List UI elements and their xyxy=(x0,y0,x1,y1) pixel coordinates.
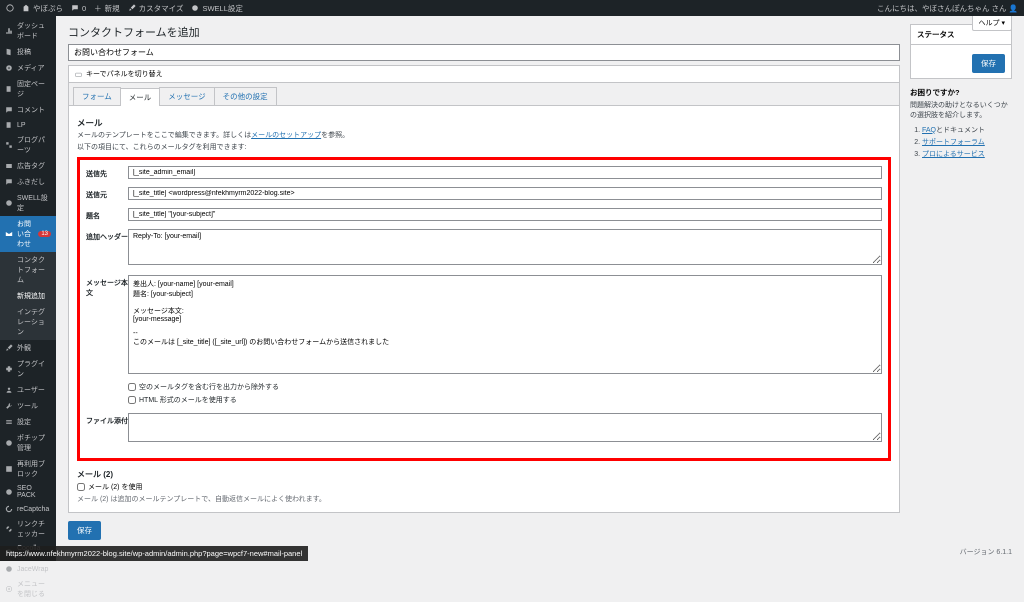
body-textarea[interactable]: 差出人: [your-name] [your-email] 題名: [your-… xyxy=(128,275,882,374)
menu-linkchecker[interactable]: リンクチェッカー xyxy=(0,516,56,542)
use-html-check[interactable]: HTML 形式のメールを使用する xyxy=(128,392,882,405)
browser-status-url: https://www.nfekhmyrm2022-blog.site/wp-a… xyxy=(0,546,308,561)
menu-ads[interactable]: 広告タグ xyxy=(0,158,56,174)
mail-desc1: メールのテンプレートをここで編集できます。詳しくはメールのセットアップを参照。 xyxy=(77,131,891,141)
menu-contact[interactable]: お問い合わせ 13 xyxy=(0,216,56,252)
swell-link[interactable]: SWELL設定 xyxy=(191,3,242,14)
main-content: ヘルプ ▾ コンタクトフォームを追加 キーでパネルを切り替え フォーム メール … xyxy=(56,16,1024,561)
form-title-input[interactable] xyxy=(68,44,900,61)
menu-recaptcha[interactable]: reCaptcha xyxy=(0,502,56,516)
menu-comments[interactable]: コメント xyxy=(0,102,56,118)
from-label: 送信元 xyxy=(86,187,128,200)
mail2-note: メール (2) は追加のメールテンプレートで、自動返信メールによく使われます。 xyxy=(77,494,891,504)
menu-seopack[interactable]: SEO PACK xyxy=(0,482,56,502)
menu-users[interactable]: ユーザー xyxy=(0,382,56,398)
help-box-title: お困りですか? xyxy=(910,87,1012,98)
menu-pages[interactable]: 固定ページ xyxy=(0,76,56,102)
menu-blogparts[interactable]: ブログパーツ xyxy=(0,132,56,158)
site-name[interactable]: やぼぷら xyxy=(22,3,63,14)
to-label: 送信先 xyxy=(86,166,128,179)
submenu-forms[interactable]: コンタクトフォーム xyxy=(0,252,56,288)
menu-jacewrap[interactable]: JaceWrap xyxy=(0,562,56,576)
tab-messages[interactable]: メッセージ xyxy=(159,87,214,105)
menu-collapse[interactable]: メニューを閉じる xyxy=(0,576,56,602)
tab-mail[interactable]: メール xyxy=(120,88,161,106)
menu-dashboard[interactable]: ダッシュボード xyxy=(0,18,56,44)
menu-swell[interactable]: SWELL設定 xyxy=(0,190,56,216)
help-item-3: プロによるサービス xyxy=(922,149,1012,159)
help-item-2: サポートフォーラム xyxy=(922,137,1012,147)
keyboard-hint: キーでパネルを切り替え xyxy=(68,65,900,83)
menu-balloon[interactable]: ふきだし xyxy=(0,174,56,190)
menu-posts[interactable]: 投稿 xyxy=(0,44,56,60)
save-button-side[interactable]: 保存 xyxy=(972,54,1005,73)
menu-plugins[interactable]: プラグイン xyxy=(0,356,56,382)
menu-tools[interactable]: ツール xyxy=(0,398,56,414)
body-label: メッセージ本文 xyxy=(86,275,128,298)
help-item-1: FAQとドキュメント xyxy=(922,125,1012,135)
tab-list: フォーム メール メッセージ その他の設定 xyxy=(68,83,900,106)
wp-logo[interactable] xyxy=(6,3,14,14)
admin-bar: やぼぷら 0 ＋ 新規 カスタマイズ SWELL設定 こんにちは、やぼさんぽんち… xyxy=(0,0,1024,16)
menu-pochipp[interactable]: ポチップ管理 xyxy=(0,430,56,456)
wp-version: バージョン 6.1.1 xyxy=(960,547,1012,557)
menu-settings[interactable]: 設定 xyxy=(0,414,56,430)
mail2-title: メール (2) xyxy=(77,469,891,480)
tab-panel-mail: メール メールのテンプレートをここで編集できます。詳しくはメールのセットアップを… xyxy=(68,106,900,513)
attach-label: ファイル添付 xyxy=(86,413,128,426)
page-title: コンタクトフォームを追加 xyxy=(68,24,900,40)
help-tab[interactable]: ヘルプ ▾ xyxy=(972,16,1012,31)
subject-input[interactable] xyxy=(128,208,882,221)
mail-setup-link[interactable]: メールのセットアップ xyxy=(251,132,321,139)
mail-section-title: メール xyxy=(77,117,891,129)
menu-appearance[interactable]: 外観 xyxy=(0,340,56,356)
headers-label: 追加ヘッダー xyxy=(86,229,128,242)
status-box: ステータス 保存 xyxy=(910,24,1012,79)
new-content[interactable]: ＋ 新規 xyxy=(94,3,120,14)
menu-reusable[interactable]: 再利用ブロック xyxy=(0,456,56,482)
highlighted-fields: 送信先 送信元 題名 追加ヘッダー Rep xyxy=(77,157,891,461)
howdy[interactable]: こんにちは、やぼさんぽんちゃん さん 👤 xyxy=(877,3,1018,14)
tab-form[interactable]: フォーム xyxy=(73,87,121,105)
submenu-integration[interactable]: インテグレーション xyxy=(0,304,56,340)
mail-desc2: 以下の項目にて、これらのメールタグを利用できます: xyxy=(77,143,891,153)
menu-lp[interactable]: LP xyxy=(0,118,56,132)
mail2-check[interactable]: メール (2) を使用 xyxy=(77,482,891,492)
tab-additional[interactable]: その他の設定 xyxy=(214,87,277,105)
to-input[interactable] xyxy=(128,166,882,179)
headers-textarea[interactable]: Reply-To: [your-email] xyxy=(128,229,882,265)
comments-link[interactable]: 0 xyxy=(71,3,86,14)
menu-media[interactable]: メディア xyxy=(0,60,56,76)
exclude-blank-check[interactable]: 空のメールタグを含む行を出力から除外する xyxy=(128,379,882,392)
subject-label: 題名 xyxy=(86,208,128,221)
help-box: お困りですか? 問題解決の助けとなるいくつかの選択肢を紹介します。 FAQとドキ… xyxy=(910,87,1012,159)
save-button-bottom[interactable]: 保存 xyxy=(68,521,101,540)
submenu-new[interactable]: 新規追加 xyxy=(0,288,56,304)
mail2-section: メール (2) メール (2) を使用 メール (2) は追加のメールテンプレー… xyxy=(77,469,891,504)
attach-textarea[interactable] xyxy=(128,413,882,442)
admin-sidebar: ダッシュボード 投稿 メディア 固定ページ コメント LP ブログパーツ 広告タ… xyxy=(0,16,56,561)
customize-link[interactable]: カスタマイズ xyxy=(128,3,184,14)
help-box-text: 問題解決の助けとなるいくつかの選択肢を紹介します。 xyxy=(910,101,1012,121)
from-input[interactable] xyxy=(128,187,882,200)
